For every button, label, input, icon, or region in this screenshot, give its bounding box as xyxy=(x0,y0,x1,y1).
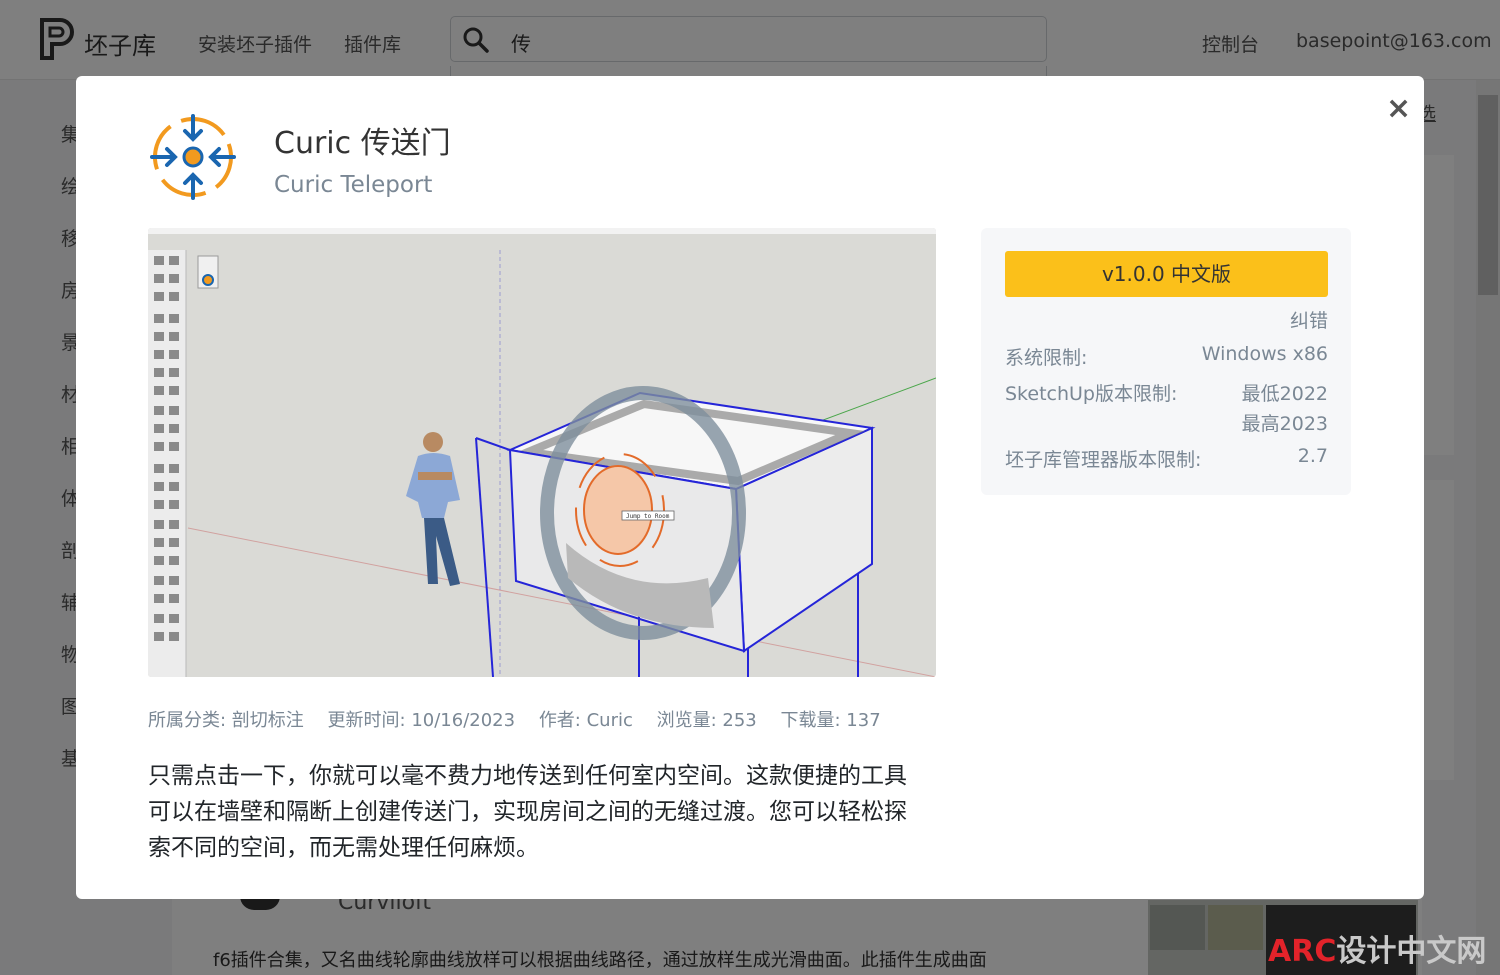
meta-views: 浏览量: 253 xyxy=(656,710,757,731)
close-icon[interactable]: × xyxy=(1386,94,1411,124)
teleport-icon xyxy=(150,114,236,200)
sketchup-label: SketchUp版本限制: xyxy=(1005,383,1178,405)
meta-updated: 更新时间: 10/16/2023 xyxy=(327,710,516,731)
meta-category[interactable]: 所属分类: 剖切标注 xyxy=(148,710,304,731)
sketchup-max: 最高2023 xyxy=(1241,413,1328,435)
plugin-detail-modal: × Curic 传送门 Curic Teleport Jump to Room … xyxy=(76,76,1424,899)
screenshot-tooltip: Jump to Room xyxy=(626,513,670,520)
meta-downloads: 下载量: 137 xyxy=(780,710,881,731)
plugin-subtitle: Curic Teleport xyxy=(274,172,433,198)
watermark: ARC设计中文网 xyxy=(1268,926,1486,970)
plugin-title: Curic 传送门 xyxy=(274,126,451,161)
watermark-text: 设计中文网 xyxy=(1336,934,1487,969)
system-label: 系统限制: xyxy=(1005,347,1088,369)
system-value: Windows x86 xyxy=(1201,343,1328,365)
manager-label: 坯子库管理器版本限制: xyxy=(1005,449,1202,471)
sketchup-min: 最低2022 xyxy=(1241,383,1328,405)
plugin-meta: 所属分类: 剖切标注 更新时间: 10/16/2023 作者: Curic 浏览… xyxy=(148,706,899,732)
version-download-button[interactable]: v1.0.0 中文版 xyxy=(1005,251,1328,297)
watermark-brand: ARC xyxy=(1268,934,1337,969)
plugin-description: 只需点击一下，你就可以毫不费力地传送到任何室内空间。这款便捷的工具可以在墙壁和隔… xyxy=(148,763,907,861)
download-panel: v1.0.0 中文版 纠错 系统限制: Windows x86 SketchUp… xyxy=(981,228,1351,495)
plugin-screenshot[interactable]: Jump to Room xyxy=(148,228,936,677)
meta-author: 作者: Curic xyxy=(538,710,633,731)
report-error-link[interactable]: 纠错 xyxy=(1290,306,1328,333)
manager-value: 2.7 xyxy=(1297,445,1328,467)
